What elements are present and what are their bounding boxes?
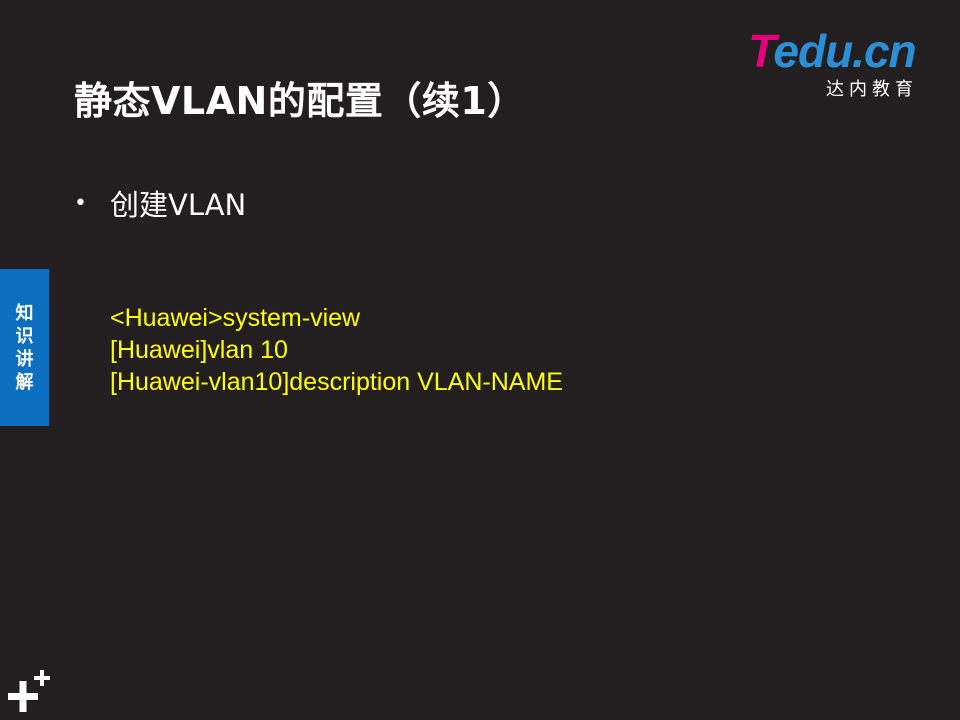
bullet-dot-icon: • <box>74 190 87 216</box>
side-tab-char: 知 <box>15 302 34 324</box>
code-line: <Huawei>system-view <box>110 304 361 332</box>
side-tab-char: 讲 <box>15 348 34 370</box>
slide: 静态VLAN的配置（续1） Tedu.cn 达内教育 • 创建VLAN <Hua… <box>0 0 960 720</box>
side-tab-char: 识 <box>15 325 34 347</box>
tedu-logo: Tedu.cn 达内教育 <box>748 25 928 100</box>
code-block: <Huawei>system-view [Huawei]vlan 10 [Hua… <box>110 302 563 398</box>
logo-wordmark-rest: edu.cn <box>773 25 916 77</box>
logo-subtitle: 达内教育 <box>826 79 918 100</box>
bullet-item: • 创建VLAN <box>74 182 246 224</box>
code-line: [Huawei]vlan 10 <box>110 336 288 364</box>
logo-wordmark: Tedu.cn <box>748 25 917 77</box>
side-tab-char: 解 <box>15 371 34 393</box>
slide-title: 静态VLAN的配置（续1） <box>74 79 526 123</box>
logo-letter-t: T <box>748 25 774 77</box>
side-tab-knowledge: 知 识 讲 解 <box>0 269 49 426</box>
code-line: [Huawei-vlan10]description VLAN-NAME <box>110 368 563 396</box>
bullet-text: 创建VLAN <box>110 188 247 222</box>
plus-cluster-icon <box>8 670 50 712</box>
